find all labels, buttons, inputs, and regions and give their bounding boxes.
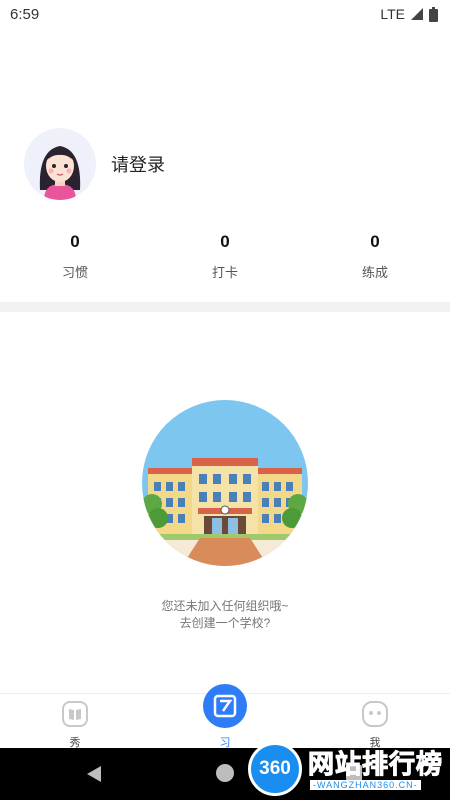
watermark-subtitle: -WANGZHAN360.CN- — [310, 780, 421, 790]
stat-label: 习惯 — [61, 265, 88, 280]
stat-achieved[interactable]: 0 练成 — [300, 232, 450, 281]
empty-state-line1: 您还未加入任何组织哦~ — [161, 599, 289, 613]
stat-label: 练成 — [361, 265, 388, 280]
stat-value: 0 — [220, 232, 230, 251]
empty-state-message: 您还未加入任何组织哦~ 去创建一个学校? — [0, 598, 450, 632]
stat-habits[interactable]: 0 习惯 — [0, 232, 150, 281]
stats-row: 0 习惯 0 打卡 0 练成 — [0, 232, 450, 281]
back-icon[interactable] — [86, 765, 102, 788]
school-illustration — [142, 400, 308, 566]
face-icon — [362, 701, 388, 732]
create-school-link[interactable]: 去创建一个学校? — [0, 615, 450, 632]
network-type: LTE — [380, 6, 405, 22]
battery-icon — [429, 6, 438, 22]
status-icons: LTE — [380, 6, 438, 22]
profile-header[interactable]: 请登录 — [24, 128, 165, 200]
avatar[interactable] — [24, 128, 96, 200]
home-icon[interactable] — [216, 764, 234, 782]
watermark: 360 网站排行榜 -WANGZHAN360.CN- — [240, 738, 450, 800]
status-time: 6:59 — [10, 5, 40, 23]
tab-show[interactable]: 秀 — [0, 694, 150, 749]
watermark-title: 网站排行榜 — [307, 749, 444, 780]
watermark-number: 360 — [259, 758, 291, 779]
stat-checkins[interactable]: 0 打卡 — [150, 232, 300, 281]
section-divider — [0, 302, 450, 312]
status-bar: 6:59 LTE — [0, 0, 450, 28]
book-icon — [62, 701, 88, 732]
login-prompt[interactable]: 请登录 — [111, 151, 165, 177]
xi-logo-icon — [203, 684, 247, 728]
stat-value: 0 — [370, 232, 380, 251]
signal-icon — [411, 8, 423, 20]
stat-value: 0 — [70, 232, 80, 251]
stat-label: 打卡 — [211, 265, 238, 280]
